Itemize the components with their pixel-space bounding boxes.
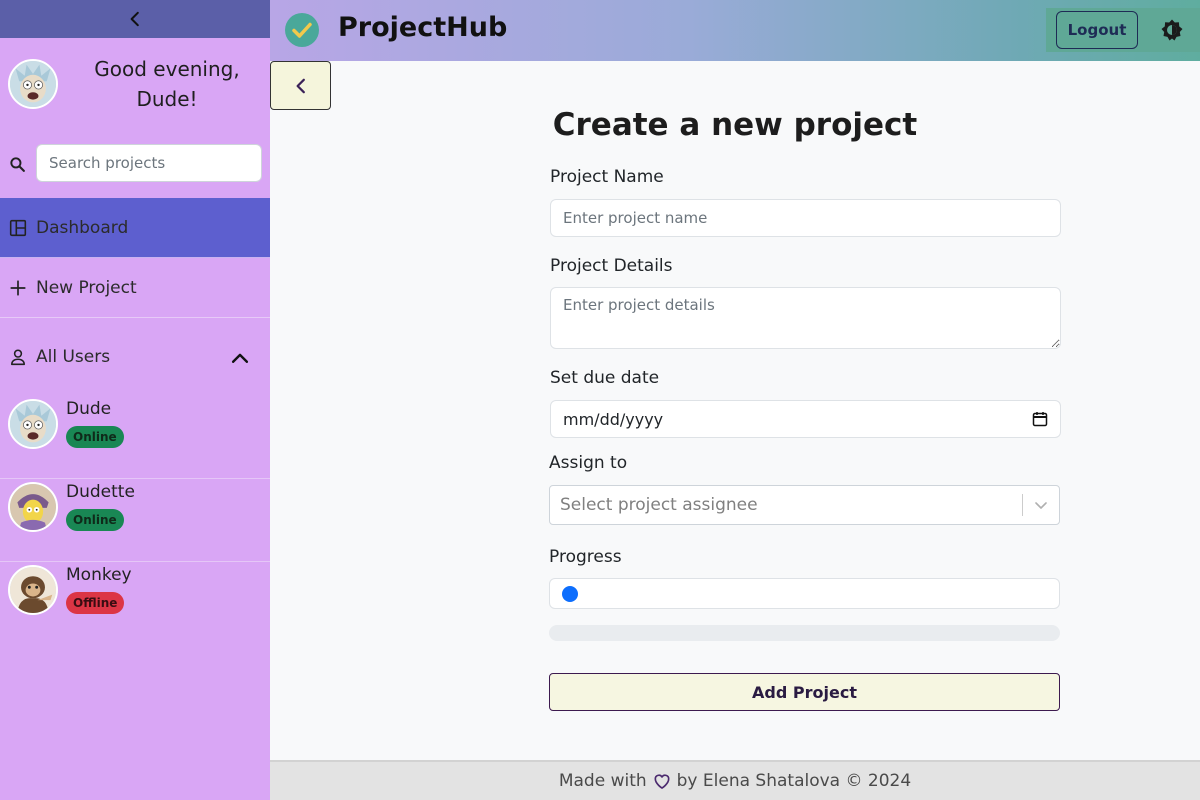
calendar-icon[interactable] [1032, 411, 1048, 427]
assign-label: Assign to [549, 453, 628, 473]
search-input[interactable] [36, 144, 262, 182]
add-project-button[interactable]: Add Project [549, 673, 1060, 711]
top-header: ProjectHub Logout [270, 0, 1200, 61]
brand-title: ProjectHub [338, 12, 508, 43]
project-details-textarea[interactable] [550, 287, 1061, 349]
assignee-placeholder: Select project assignee [560, 495, 758, 515]
sidebar-item-new-project[interactable]: New Project [0, 258, 270, 318]
due-date-label: Set due date [550, 368, 660, 388]
sidebar: Good evening, Dude! Dashboard New Projec… [0, 0, 270, 800]
sidebar-item-label: All Users [36, 347, 111, 367]
dashboard-icon [9, 219, 27, 236]
select-separator [1022, 494, 1023, 516]
project-details-label: Project Details [550, 256, 673, 276]
chevron-left-icon [130, 11, 139, 27]
sidebar-item-label: Dashboard [36, 217, 129, 238]
sidebar-collapse-button[interactable] [0, 0, 270, 38]
list-item[interactable]: Dude Online [0, 396, 270, 479]
progress-label: Progress [549, 547, 622, 567]
current-user-avatar [8, 59, 58, 109]
logo-check-icon [285, 13, 319, 47]
theme-toggle-icon[interactable] [1160, 18, 1184, 42]
slider-thumb[interactable] [562, 586, 578, 602]
sidebar-item-label: New Project [36, 277, 137, 298]
chevron-down-icon[interactable] [1033, 497, 1049, 513]
avatar [8, 565, 58, 615]
progress-bar [549, 625, 1060, 641]
plus-icon [10, 279, 26, 296]
heart-icon [654, 774, 670, 789]
status-badge: Online [66, 509, 124, 531]
user-name: Dude [66, 399, 112, 419]
avatar [8, 399, 58, 449]
main-content: Create a new project Project Name Projec… [270, 61, 1200, 760]
project-name-label: Project Name [550, 167, 664, 187]
user-list: Dude Online Dudette Online Monkey Offlin… [0, 396, 270, 645]
greeting-text: Good evening, Dude! [94, 57, 240, 111]
user-name: Monkey [66, 565, 132, 585]
status-badge: Online [66, 426, 124, 448]
list-item[interactable]: Dudette Online [0, 479, 270, 562]
chevron-left-icon [296, 78, 305, 93]
user-name: Dudette [66, 482, 135, 502]
logout-button[interactable]: Logout [1056, 11, 1138, 49]
due-date-placeholder: mm/dd/yyyy [563, 409, 664, 429]
status-badge: Offline [66, 592, 125, 614]
progress-slider[interactable] [549, 578, 1060, 609]
header-actions: Logout [1046, 8, 1200, 52]
back-button[interactable] [270, 61, 331, 110]
sidebar-item-dashboard[interactable]: Dashboard [0, 198, 270, 258]
list-item[interactable]: Monkey Offline [0, 562, 270, 645]
footer: Made with by Elena Shatalova © 2024 [270, 760, 1200, 800]
project-name-input[interactable] [550, 199, 1061, 237]
search-icon [10, 157, 25, 172]
greeting-section: Good evening, Dude! [0, 38, 270, 136]
search-row [0, 136, 270, 198]
chevron-up-icon[interactable] [230, 348, 250, 368]
avatar [8, 482, 58, 532]
page-title: Create a new project [552, 107, 918, 143]
footer-made-with: Made with [558, 771, 647, 791]
sidebar-item-all-users[interactable]: All Users [0, 318, 270, 396]
due-date-input[interactable]: mm/dd/yyyy [550, 400, 1061, 438]
user-icon [11, 349, 25, 366]
assignee-select[interactable]: Select project assignee [549, 485, 1060, 525]
footer-credit: by Elena Shatalova © 2024 [676, 771, 912, 791]
